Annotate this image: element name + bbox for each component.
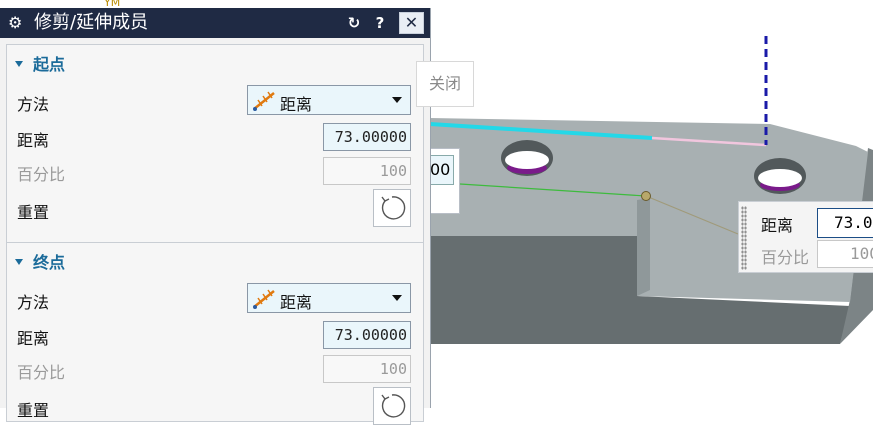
- start-group-title: 起点: [33, 55, 66, 74]
- end-percent-label: 百分比: [17, 363, 66, 382]
- end-method-dropdown[interactable]: 距离: [247, 283, 411, 313]
- ruler-distance-icon: [253, 91, 275, 111]
- collapse-triangle-icon[interactable]: [15, 258, 23, 265]
- start-reset-label: 重置: [17, 203, 50, 222]
- ruler-distance-icon: [253, 289, 275, 309]
- end-method-value: 距离: [280, 293, 313, 312]
- hole-right-bore: [758, 169, 802, 187]
- end-percent-input[interactable]: 100: [323, 355, 411, 383]
- close-button[interactable]: ✕: [399, 12, 424, 34]
- onmodel-input-box-right[interactable]: 距离 73.00 百分比 100: [738, 201, 873, 273]
- start-method-value: 距离: [280, 95, 313, 114]
- dialog-titlebar[interactable]: ⚙ 修剪/延伸成员 ↻ ? ✕: [0, 8, 430, 38]
- end-method-label: 方法: [17, 293, 50, 312]
- drag-grip-icon[interactable]: [741, 206, 747, 270]
- dialog-title: 修剪/延伸成员: [34, 12, 149, 33]
- hole-left-bore: [505, 151, 549, 169]
- onmodel-distance-label: 距离: [761, 216, 794, 235]
- trim-extend-dialog: ⚙ 修剪/延伸成员 ↻ ? ✕ 起点 方法 距离 距离 73.00000 百分比…: [0, 8, 431, 425]
- chevron-down-icon: [392, 97, 402, 103]
- onmodel-percent-label: 百分比: [761, 248, 810, 267]
- start-reset-button[interactable]: [373, 189, 411, 227]
- end-distance-label: 距离: [17, 329, 50, 348]
- onmodel-input-box-left[interactable]: 00: [430, 148, 460, 214]
- chevron-down-icon: [392, 295, 402, 301]
- start-distance-label: 距离: [17, 131, 50, 150]
- start-percent-input[interactable]: 100: [323, 157, 411, 185]
- start-method-label: 方法: [17, 95, 50, 114]
- end-group-header[interactable]: 终点: [15, 249, 66, 272]
- onmodel-left-value[interactable]: 00: [430, 155, 454, 185]
- onmodel-percent-input[interactable]: 100: [817, 240, 873, 268]
- handle-point[interactable]: [641, 191, 651, 201]
- collapse-triangle-icon[interactable]: [15, 60, 23, 67]
- undo-arrow-icon: [381, 394, 406, 418]
- end-reset-label: 重置: [17, 401, 50, 420]
- start-group-header[interactable]: 起点: [15, 51, 66, 74]
- notch-face: [637, 198, 650, 296]
- help-icon[interactable]: ?: [369, 12, 391, 34]
- end-distance-input[interactable]: 73.00000: [323, 321, 411, 349]
- axis-triad-fragment: [60, 0, 110, 8]
- end-point-group: 终点 方法 距离 距离 73.00000 百分比 100 重置: [6, 242, 424, 425]
- close-tooltip: 关闭: [416, 61, 474, 107]
- onmodel-distance-input[interactable]: 73.00: [817, 208, 873, 238]
- end-reset-button[interactable]: [373, 387, 411, 425]
- undo-arrow-icon: [381, 196, 406, 220]
- start-distance-input[interactable]: 73.00000: [323, 123, 411, 151]
- start-method-dropdown[interactable]: 距离: [247, 85, 411, 115]
- start-point-group: 起点 方法 距离 距离 73.00000 百分比 100 重置: [6, 44, 424, 244]
- gear-icon[interactable]: ⚙: [8, 13, 26, 33]
- reset-dialog-icon[interactable]: ↻: [343, 12, 365, 34]
- end-group-title: 终点: [33, 253, 66, 272]
- start-percent-label: 百分比: [17, 165, 66, 184]
